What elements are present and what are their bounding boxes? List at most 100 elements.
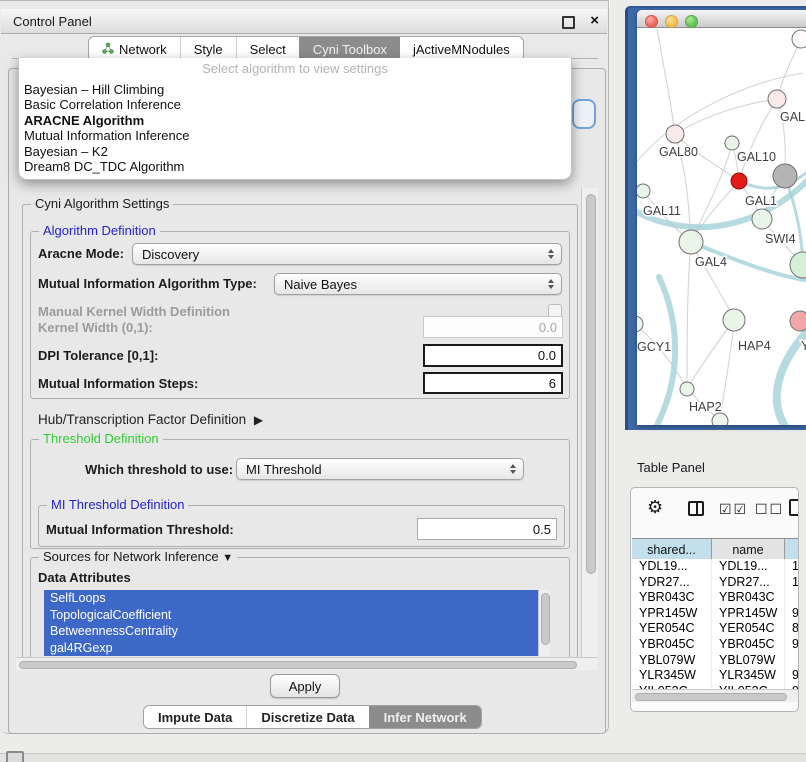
network-node[interactable]: [731, 173, 747, 189]
settings-vscroll-thumb[interactable]: [586, 194, 596, 574]
mi-threshold-definition-title: MI Threshold Definition: [47, 497, 188, 512]
table-cell: YLR345W: [712, 668, 785, 684]
dropdown-item-dream8-dc-tdc-algorithm[interactable]: Dream8 DC_TDC Algorithm: [19, 159, 571, 174]
settings-vertical-scrollbar[interactable]: [581, 188, 598, 670]
data-attributes-list[interactable]: SelfLoopsTopologicalCoefficientBetweenne…: [44, 590, 550, 656]
attribute-item-gal4rgexp[interactable]: gal4RGexp: [44, 640, 550, 657]
network-node[interactable]: [752, 209, 772, 229]
column-header-shared[interactable]: shared...: [632, 539, 712, 560]
expanded-arrow-icon[interactable]: ▼: [222, 552, 233, 564]
kernel-width-field: [423, 316, 563, 338]
table-row[interactable]: YER054CYER054C8.: [632, 621, 799, 637]
which-threshold-label: Which threshold to use:: [85, 462, 233, 477]
network-canvas[interactable]: GALGAL80GAL10GAL11GAL1SWI4GAL4GCY1HAP4YH…: [637, 29, 806, 425]
zoom-traffic-light[interactable]: [685, 15, 698, 28]
network-node[interactable]: [679, 230, 703, 254]
network-window-titlebar: [637, 10, 806, 28]
network-node[interactable]: [666, 125, 684, 143]
tab-label: Style: [194, 42, 223, 57]
attribute-item-betweennesscentrality[interactable]: BetweennessCentrality: [44, 623, 550, 640]
columns-icon[interactable]: [688, 501, 704, 516]
collapsed-arrow-icon[interactable]: ▶: [254, 413, 263, 427]
node-label-swi4: SWI4: [765, 232, 796, 246]
network-node[interactable]: [790, 311, 806, 331]
gear-icon[interactable]: ⚙: [647, 497, 663, 518]
minimize-traffic-light[interactable]: [665, 15, 678, 28]
mi-steps-field[interactable]: [423, 372, 563, 394]
unchecked-checkboxes-icon[interactable]: ☐☐: [755, 501, 784, 518]
dropdown-item-aracne-algorithm[interactable]: ARACNE Algorithm: [19, 113, 571, 128]
node-label-gal10: GAL10: [737, 150, 776, 164]
settings-hscroll-thumb[interactable]: [19, 661, 577, 669]
attribute-item-selfloops[interactable]: SelfLoops: [44, 590, 550, 607]
aracne-mode-select[interactable]: Discovery: [132, 243, 562, 265]
float-window-icon[interactable]: [562, 16, 575, 29]
column-header-clipped[interactable]: [785, 539, 799, 560]
table-row[interactable]: YDR27...YDR27...12: [632, 575, 799, 591]
dropdown-item-mutual-information-inference[interactable]: Mutual Information Inference: [19, 128, 571, 143]
close-traffic-light[interactable]: [645, 15, 658, 28]
node-label-gal4: GAL4: [695, 255, 727, 269]
table-cell: 9.: [785, 668, 799, 684]
network-node[interactable]: [725, 136, 739, 150]
network-node[interactable]: [723, 309, 745, 331]
control-panel-titlebar: Control Panel ×: [1, 9, 607, 34]
close-icon[interactable]: ×: [590, 12, 599, 29]
table-row[interactable]: YDL19...YDL19...13: [632, 559, 799, 575]
attributes-list-scrollbar[interactable]: [538, 590, 550, 656]
table-cell: YDR27...: [712, 575, 785, 591]
node-label-gcy1: GCY1: [637, 340, 671, 354]
network-node[interactable]: [637, 184, 650, 198]
hub-definition-toggle[interactable]: Hub/Transcription Factor Definition ▶: [38, 412, 259, 427]
dpi-tolerance-field[interactable]: [423, 344, 563, 367]
network-node[interactable]: [768, 90, 786, 108]
network-edge: [687, 320, 734, 389]
table-horizontal-scrollbar[interactable]: [632, 689, 799, 702]
table-panel-title: Table Panel: [637, 460, 705, 475]
network-icon: [102, 42, 114, 57]
table-row[interactable]: YPR145WYPR145W9.: [632, 606, 799, 622]
checked-checkboxes-icon[interactable]: ☑☑: [719, 501, 748, 518]
network-node[interactable]: [790, 252, 806, 278]
attributes-scrollbar-thumb[interactable]: [541, 593, 550, 645]
table-cell: 9.: [785, 606, 799, 622]
tab-label: Cyni Toolbox: [313, 42, 387, 57]
document-icon[interactable]: [789, 499, 799, 516]
node-label-hap2: HAP2: [689, 400, 722, 414]
table-cell: YBL079W: [632, 653, 712, 669]
network-edge: [691, 242, 734, 320]
network-node[interactable]: [712, 413, 728, 425]
table-cell: YDL19...: [712, 559, 785, 575]
apply-button[interactable]: Apply: [270, 674, 340, 698]
network-node[interactable]: [792, 30, 806, 48]
table-row[interactable]: YBR045CYBR045C9.: [632, 637, 799, 653]
bottom-left-widget[interactable]: [6, 751, 24, 762]
tab-label: Network: [119, 42, 167, 57]
mi-algorithm-type-label: Mutual Information Algorithm Type:: [38, 276, 257, 291]
settings-horizontal-scrollbar[interactable]: [16, 657, 598, 670]
cyni-algorithm-settings-title: Cyni Algorithm Settings: [31, 196, 173, 211]
focused-control-remnant: [572, 99, 596, 129]
network-node[interactable]: [680, 382, 694, 396]
column-header-name[interactable]: name: [712, 539, 785, 560]
aracne-mode-value: Discovery: [142, 247, 199, 262]
bottom-tab-discretize-data[interactable]: Discretize Data: [246, 706, 368, 728]
table-cell: YBR043C: [632, 590, 712, 606]
which-threshold-select[interactable]: MI Threshold: [236, 458, 524, 480]
table-hscroll-thumb[interactable]: [635, 693, 787, 701]
table-row[interactable]: YBL079WYBL079W: [632, 653, 799, 669]
dropdown-item-basic-correlation-inference[interactable]: Basic Correlation Inference: [19, 97, 571, 112]
network-node[interactable]: [773, 164, 797, 188]
bottom-tab-impute-data[interactable]: Impute Data: [144, 706, 246, 728]
attribute-item-topologicalcoefficient[interactable]: TopologicalCoefficient: [44, 607, 550, 624]
table-row[interactable]: YBR043CYBR043C: [632, 590, 799, 606]
bottom-tab-infer-network[interactable]: Infer Network: [369, 706, 481, 728]
node-label-y: Y: [801, 339, 806, 353]
mi-algorithm-type-select[interactable]: Naive Bayes: [274, 273, 562, 295]
table-row[interactable]: YLR345WYLR345W9.: [632, 668, 799, 684]
table-rows: YDL19...YDL19...13YDR27...YDR27...12YBR0…: [632, 559, 799, 689]
dropdown-item-bayesian-hill-climbing[interactable]: Bayesian – Hill Climbing: [19, 82, 571, 97]
mi-threshold-field[interactable]: [417, 518, 557, 540]
dropdown-item-bayesian-k2[interactable]: Bayesian – K2: [19, 144, 571, 159]
table-cell: YER054C: [712, 621, 785, 637]
